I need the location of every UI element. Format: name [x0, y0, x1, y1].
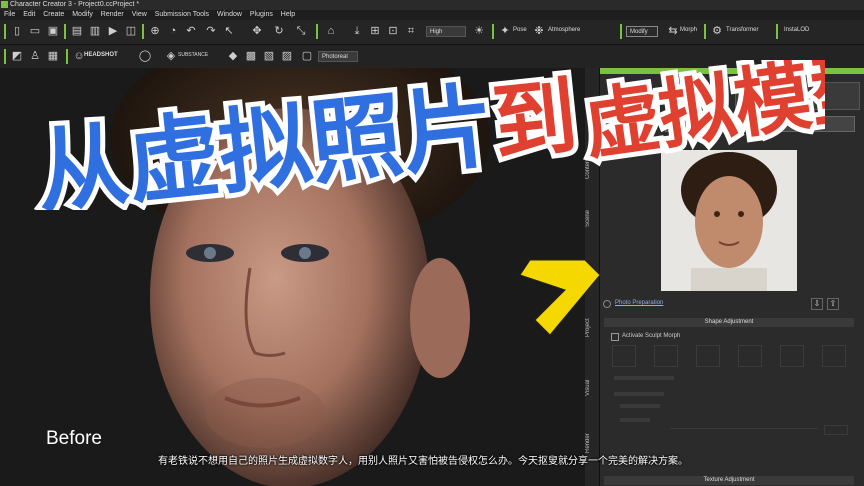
zoom-fit-icon[interactable]: ⊡	[386, 24, 400, 38]
toolbar-separator	[4, 49, 6, 64]
atmosphere-label[interactable]: Atmosphere	[548, 27, 580, 33]
disabled-option-line	[614, 376, 674, 380]
texture-adjustment-header[interactable]: Texture Adjustment	[604, 476, 854, 485]
move-icon[interactable]: ✥	[250, 24, 264, 38]
skin-icon[interactable]: ◩	[10, 49, 24, 63]
photo-preparation-link[interactable]: Photo Preparation	[615, 300, 663, 306]
disabled-option-line	[620, 404, 660, 408]
transformer-label[interactable]: Transformer	[726, 27, 758, 33]
frame-icon[interactable]: ⊞	[368, 24, 382, 38]
rotate-icon[interactable]: ↻	[272, 24, 286, 38]
video-subtitle: 有老铁说不想用自己的照片生成虚拟数字人，用别人照片又害怕被告侵权怎么办。今天抠叟…	[158, 456, 688, 467]
toolbar-separator	[776, 24, 778, 39]
morph-label[interactable]: Morph	[680, 27, 697, 33]
undo-icon[interactable]: ↶	[184, 24, 198, 38]
light-icon[interactable]: ☀	[472, 24, 486, 38]
disabled-option-line	[614, 392, 664, 396]
window-title: Character Creator 3 - Project0.ccProject…	[10, 1, 140, 8]
redo-icon[interactable]: ↷	[204, 24, 218, 38]
menu-help[interactable]: Help	[281, 11, 295, 18]
toolbar-separator	[142, 24, 144, 39]
title-part2: 到	[488, 67, 582, 173]
pointer-icon[interactable]: ↖	[222, 24, 236, 38]
sculpt-tool-icon	[612, 345, 636, 367]
disabled-spinbox	[824, 425, 848, 435]
align-icon[interactable]: ⤓	[350, 24, 364, 38]
menu-bar: File Edit Create Modify Render View Subm…	[0, 10, 864, 20]
menu-edit[interactable]: Edit	[23, 11, 35, 18]
select-icon[interactable]: ⊕	[148, 24, 162, 38]
quality-dropdown[interactable]: High	[426, 26, 466, 37]
sculpt-tool-icon	[654, 345, 678, 367]
transformer-icon[interactable]: ⚙	[710, 24, 724, 38]
sculpt-tool-icon	[822, 345, 846, 367]
rotate-view-icon[interactable]: ◔	[166, 24, 180, 38]
substance-label[interactable]: SUBSTANCE	[178, 52, 208, 58]
pose-label[interactable]: Pose	[513, 27, 527, 33]
atmosphere-icon[interactable]: ❉	[532, 24, 546, 38]
shape-adjustment-header[interactable]: Shape Adjustment	[604, 318, 854, 327]
new-file-icon[interactable]: ▯	[10, 24, 24, 38]
menu-view[interactable]: View	[132, 11, 147, 18]
main-toolbar: ▯ ▭ ▣ ▤ ▥ ▶ ◫ ⊕ ◔ ↶ ↷ ↖ ✥ ↻ ⤡ ⌂ ⤓ ⊞ ⊡ ⌗ …	[0, 20, 864, 45]
modify-button[interactable]: Modify	[626, 26, 658, 37]
home-camera-icon[interactable]: ⌂	[324, 24, 338, 38]
save-icon[interactable]: ▣	[46, 24, 60, 38]
menu-create[interactable]: Create	[43, 11, 64, 18]
menu-render[interactable]: Render	[101, 11, 124, 18]
toolbar-separator	[4, 24, 6, 39]
toolbar-separator	[316, 24, 318, 39]
toolbar-separator	[704, 24, 706, 39]
play-icon[interactable]: ▶	[106, 24, 120, 38]
app-icon	[1, 1, 8, 8]
disabled-slider	[670, 428, 818, 429]
title-part3: 虚拟模型	[578, 60, 825, 170]
menu-window[interactable]: Window	[217, 11, 242, 18]
toolbar-separator	[64, 24, 66, 39]
import-icon[interactable]: ▤	[70, 24, 84, 38]
sculpt-tool-icon	[780, 345, 804, 367]
before-label: Before	[46, 428, 102, 449]
toolbar-separator	[620, 24, 622, 39]
instalod-label[interactable]: InstaLOD	[784, 27, 809, 33]
headshot-label[interactable]: HEADSHOT	[84, 52, 118, 58]
scale-icon[interactable]: ⤡	[294, 24, 308, 38]
morph-icon[interactable]: ⇆	[666, 24, 680, 38]
menu-plugins[interactable]: Plugins	[250, 11, 273, 18]
export-photo-icon[interactable]: ⇧	[827, 298, 839, 310]
tab-visual[interactable]: Visual	[585, 368, 599, 408]
video-title-overlay: 从虚拟照片 到 虚拟模型	[26, 60, 825, 210]
import-photo-icon[interactable]: ⇩	[811, 298, 823, 310]
reset-icon[interactable]: ◫	[124, 24, 138, 38]
sculpt-tool-icon	[738, 345, 762, 367]
activate-sculpt-morph-label: Activate Sculpt Morph	[622, 333, 681, 339]
export-icon[interactable]: ▥	[88, 24, 102, 38]
title-part1: 从虚拟照片	[31, 72, 500, 210]
title-bar: Character Creator 3 - Project0.ccProject…	[0, 0, 864, 10]
yellow-arrow-icon	[519, 259, 601, 336]
toolbar-separator	[492, 24, 494, 39]
menu-submission-tools[interactable]: Submission Tools	[155, 11, 209, 18]
disabled-option-line	[620, 418, 650, 422]
activate-sculpt-morph-checkbox[interactable]	[611, 333, 619, 341]
sculpt-tool-row	[612, 345, 846, 367]
camera-icon[interactable]: ⌗	[404, 24, 418, 38]
menu-file[interactable]: File	[4, 11, 15, 18]
menu-modify[interactable]: Modify	[72, 11, 93, 18]
pose-icon[interactable]: ✦	[498, 24, 512, 38]
disabled-options	[610, 372, 850, 442]
sculpt-tool-icon	[696, 345, 720, 367]
open-folder-icon[interactable]: ▭	[28, 24, 42, 38]
